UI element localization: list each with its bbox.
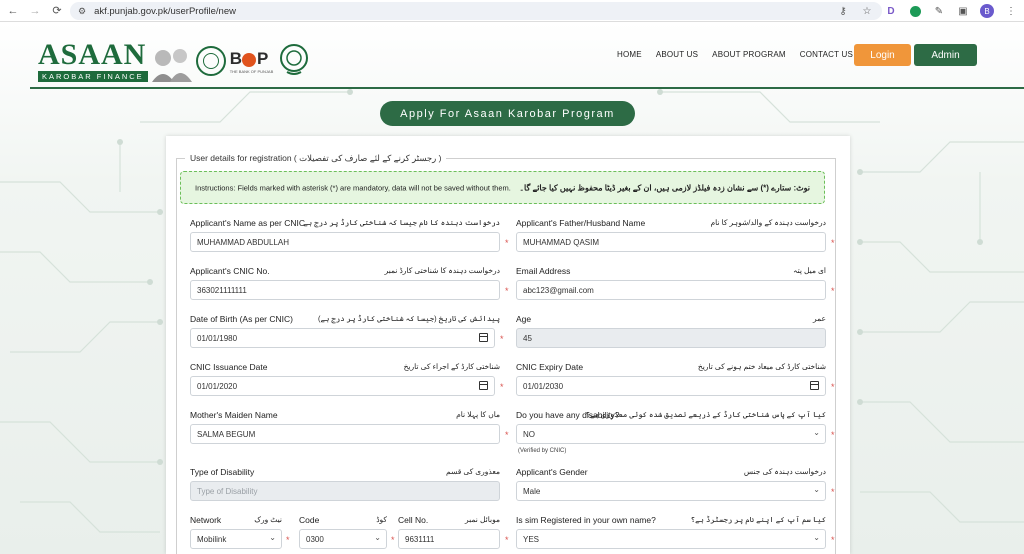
required-marker: * (831, 286, 835, 296)
cnic-input[interactable]: 363021111111 (190, 280, 500, 300)
required-marker: * (500, 382, 504, 392)
address-bar[interactable]: ⚙ akf.punjab.gov.pk/userProfile/new (70, 2, 882, 20)
dob-field: Date of Birth (As per CNIC) پیدائش کی تا… (190, 314, 504, 348)
dob-date-input[interactable]: 01/01/1980 (190, 328, 495, 348)
back-icon[interactable]: ← (4, 2, 22, 20)
required-marker: * (831, 487, 835, 497)
cnic-expiry-field: CNIC Expiry Date شناختی کارڈ کی میعاد خت… (516, 362, 835, 396)
url-text: akf.punjab.gov.pk/userProfile/new (94, 5, 236, 17)
cnic-field: Applicant's CNIC No. درخواست دہندہ کا شن… (190, 266, 509, 300)
nav-contact-us[interactable]: CONTACT US (800, 50, 853, 59)
mother-name-field: Mother's Maiden Name ماں کا پہلا نام SAL… (190, 410, 509, 444)
code-select[interactable]: 0300 ⌄ (299, 529, 387, 549)
calendar-icon[interactable] (479, 333, 488, 342)
menu-kebab-icon[interactable]: ⋮ (1004, 4, 1018, 18)
disability-select[interactable]: NO ⌄ (516, 424, 826, 444)
header-divider (30, 87, 1024, 89)
required-marker: * (500, 334, 504, 344)
sim-registered-field: Is sim Registered in your own name? کیا … (516, 515, 835, 549)
nav-home[interactable]: HOME (617, 50, 642, 59)
chevron-down-icon: ⌄ (813, 428, 820, 437)
required-marker: * (505, 238, 509, 248)
bookmark-star-icon[interactable]: ☆ (860, 4, 874, 18)
fieldset-legend: User details for registration ( رجسٹر کر… (185, 153, 447, 164)
punjab-emblem-icon (280, 44, 309, 75)
disability-hint: (Verified by CNIC) (518, 448, 567, 454)
instructions-english: Instructions: Fields marked with asteris… (195, 183, 511, 192)
code-field: Code کوڈ 0300 ⌄ * (299, 515, 395, 549)
network-select[interactable]: Mobilink ⌄ (190, 529, 282, 549)
sim-registered-select[interactable]: YES ⌄ (516, 529, 826, 549)
government-seal-icon (195, 46, 226, 76)
apply-program-title: Apply For Asaan Karobar Program (380, 101, 635, 126)
required-marker: * (505, 535, 509, 545)
disability-type-input: Type of Disability (190, 481, 500, 501)
father-name-field: Applicant's Father/Husband Name درخواست … (516, 218, 835, 252)
chevron-down-icon: ⌄ (374, 533, 381, 542)
required-marker: * (831, 430, 835, 440)
site-settings-icon[interactable]: ⚙ (78, 6, 86, 17)
chevron-down-icon: ⌄ (813, 533, 820, 542)
extension-d-icon[interactable]: D (884, 4, 898, 18)
required-marker: * (831, 535, 835, 545)
required-marker: * (286, 535, 290, 545)
calendar-icon[interactable] (810, 381, 819, 390)
asaan-logo: ASAAN KAROBAR FINANCE (38, 38, 148, 82)
extensions-puzzle-icon[interactable]: ▣ (956, 4, 970, 18)
admin-button[interactable]: Admin (914, 44, 977, 66)
eyedropper-icon[interactable]: ✎ (932, 4, 946, 18)
mother-name-input[interactable]: SALMA BEGUM (190, 424, 500, 444)
forward-icon[interactable]: → (26, 2, 44, 20)
required-marker: * (505, 430, 509, 440)
age-input: 45 (516, 328, 826, 348)
instructions-urdu: نوٹ: ستارے (*) سے نشان زدہ فیلڈز لازمی ہ… (519, 183, 810, 192)
cell-no-field: Cell No. موبائل نمبر 9631111 * (398, 515, 509, 549)
required-marker: * (831, 382, 835, 392)
required-marker: * (391, 535, 395, 545)
logo-group[interactable]: ASAAN KAROBAR FINANCE BP THE BANK OF PUN… (38, 34, 309, 82)
reload-icon[interactable]: ⟳ (48, 2, 66, 20)
calendar-icon[interactable] (479, 381, 488, 390)
leader-portraits-icon (151, 49, 192, 82)
login-button[interactable]: Login (854, 44, 911, 66)
registration-card: User details for registration ( رجسٹر کر… (166, 136, 850, 554)
required-marker: * (505, 286, 509, 296)
applicant-name-input[interactable]: MUHAMMAD ABDULLAH (190, 232, 500, 252)
disability-field: Do you have any disability? کیا آپ کے پا… (516, 410, 835, 454)
applicant-name-field: Applicant's Name as per CNIC درخواست دہن… (190, 218, 509, 252)
main-navigation: HOME ABOUT US ABOUT PROGRAM CONTACT US (617, 50, 867, 59)
cnic-issuance-field: CNIC Issuance Date شناختی کارڈ کے اجراء … (190, 362, 504, 396)
instructions-box: Instructions: Fields marked with asteris… (180, 171, 825, 204)
key-icon[interactable]: ⚷ (836, 4, 850, 18)
disability-type-field: Type of Disability معذوری کی قسم Type of… (190, 467, 500, 501)
gender-select[interactable]: Male ⌄ (516, 481, 826, 501)
cell-no-input[interactable]: 9631111 (398, 529, 500, 549)
site-header: ASAAN KAROBAR FINANCE BP THE BANK OF PUN… (0, 22, 1024, 88)
network-field: Network نیٹ ورک Mobilink ⌄ * (190, 515, 290, 549)
father-name-input[interactable]: MUHAMMAD QASIM (516, 232, 826, 252)
gender-field: Applicant's Gender درخواست دہندہ کی جنس … (516, 467, 835, 501)
chevron-down-icon: ⌄ (813, 485, 820, 494)
chevron-down-icon: ⌄ (269, 533, 276, 542)
cnic-expiry-date-input[interactable]: 01/01/2030 (516, 376, 826, 396)
bop-logo: BP THE BANK OF PUNJAB (229, 49, 274, 74)
age-field: Age عمر 45 (516, 314, 826, 348)
browser-toolbar: ← → ⟳ ⚙ akf.punjab.gov.pk/userProfile/ne… (0, 0, 1024, 22)
email-field: Email Address ای میل پتہ abc123@gmail.co… (516, 266, 835, 300)
email-input[interactable]: abc123@gmail.com (516, 280, 826, 300)
extension-grammarly-icon[interactable] (908, 4, 922, 18)
nav-about-program[interactable]: ABOUT PROGRAM (712, 50, 786, 59)
profile-avatar[interactable]: B (980, 4, 994, 18)
cnic-issuance-date-input[interactable]: 01/01/2020 (190, 376, 495, 396)
nav-about-us[interactable]: ABOUT US (656, 50, 698, 59)
required-marker: * (831, 238, 835, 248)
